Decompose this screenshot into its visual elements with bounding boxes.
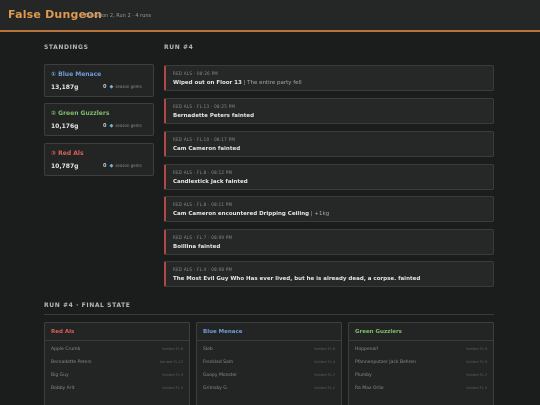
gem-count: 0 xyxy=(103,123,107,129)
standings-heading: STANDINGS xyxy=(44,44,89,51)
member-row: Apple Crumb fainted FL.6 xyxy=(51,347,183,352)
final-team-card-blue: Blue Menace Sleb fainted FL.6 Freckled Sa… xyxy=(196,322,342,405)
team-gems: 0 ◆ season gems xyxy=(103,84,142,90)
event-meta: RED ALS · FL.7 · 08:09 PM xyxy=(173,235,233,240)
top-bar: False Dungeon Evolution 2, Run 2 · 4 run… xyxy=(0,0,540,32)
event-meta: RED ALS · FL.8 · 08:12 PM xyxy=(173,170,233,175)
event-text: Cam Cameron encountered Dripping Ceiling… xyxy=(173,211,330,217)
team-name: ③ Red Als xyxy=(51,150,84,157)
divider xyxy=(197,340,341,341)
final-state-heading: RUN #4 · FINAL STATE xyxy=(44,302,131,309)
divider xyxy=(44,314,494,315)
event-item: RED ALS · FL.7 · 08:09 PM Boillina faint… xyxy=(164,229,494,255)
event-meta: RED ALS · 08:26 PM xyxy=(173,71,219,76)
event-meta: RED ALS · FL.4 · 08:08 PM xyxy=(173,267,233,272)
gems-label: season gems xyxy=(115,84,142,89)
member-row: Hoppenarl fainted FL.9 xyxy=(355,347,487,352)
final-team-name: Green Guzzlers xyxy=(355,329,402,335)
event-item: RED ALS · FL.10 · 08:17 PM Cam Cameron f… xyxy=(164,131,494,157)
gem-icon: ◆ xyxy=(109,163,114,169)
standings-card-red[interactable]: ③ Red Als 10,787g 0 ◆ season gems xyxy=(44,143,154,176)
event-meta: RED ALS · FL.10 · 08:17 PM xyxy=(173,137,236,142)
event-text: Boillina fainted xyxy=(173,244,221,250)
team-gold: 10,787g xyxy=(51,163,79,170)
event-text: Candlestick Jack fainted xyxy=(173,179,248,185)
gem-count: 0 xyxy=(103,84,107,90)
event-item: RED ALS · FL.4 · 08:08 PM The Most Evil … xyxy=(164,261,494,287)
team-name: ② Green Guzzlers xyxy=(51,110,110,117)
member-row: Freckled Sam fainted FL.4 xyxy=(203,360,335,365)
event-item: RED ALS · FL.8 · 08:11 PM Cam Cameron en… xyxy=(164,196,494,222)
team-name: ① Blue Menace xyxy=(51,71,102,78)
final-team-name: Red Als xyxy=(51,329,75,335)
divider xyxy=(45,340,189,341)
gem-count: 0 xyxy=(103,163,107,169)
final-team-card-red: Red Als Apple Crumb fainted FL.6 Bernadet… xyxy=(44,322,190,405)
divider xyxy=(349,340,493,341)
event-text: The Most Evil Guy Who Has ever lived, bu… xyxy=(173,276,421,282)
app-subtitle: Evolution 2, Run 2 · 4 runs xyxy=(85,13,152,19)
standings-card-green[interactable]: ② Green Guzzlers 10,176g 0 ◆ season gems xyxy=(44,103,154,136)
gem-icon: ◆ xyxy=(109,84,114,90)
gems-label: season gems xyxy=(115,123,142,128)
member-row: Bernadette Peters fainted FL.13 xyxy=(51,360,183,365)
final-team-card-green: Green Guzzlers Hoppenarl fainted FL.9 Pfa… xyxy=(348,322,494,405)
event-meta: RED ALS · FL.8 · 08:11 PM xyxy=(173,202,233,207)
event-text: Bernadette Peters fainted xyxy=(173,113,255,119)
team-gold: 10,176g xyxy=(51,123,79,130)
gem-icon: ◆ xyxy=(109,123,114,129)
event-item: RED ALS · FL.13 · 08:25 PM Bernadette Pe… xyxy=(164,98,494,124)
event-item: RED ALS · FL.8 · 08:12 PM Candlestick Ja… xyxy=(164,164,494,190)
member-row: Ra Max Orlio fainted FL.5 xyxy=(355,386,487,391)
member-row: Plumby fainted FL.7 xyxy=(355,373,487,378)
member-row: Goopy Monster fainted FL.7 xyxy=(203,373,335,378)
event-text: Wiped out on Floor 13 | The entire party… xyxy=(173,80,302,86)
member-row: Pfannenputzer Jack Behren fainted FL.9 xyxy=(355,360,487,365)
event-item: RED ALS · 08:26 PM Wiped out on Floor 13… xyxy=(164,65,494,91)
standings-card-blue[interactable]: ① Blue Menace 13,187g 0 ◆ season gems xyxy=(44,64,154,97)
event-meta: RED ALS · FL.13 · 08:25 PM xyxy=(173,104,236,109)
event-text: Cam Cameron fainted xyxy=(173,146,241,152)
team-gems: 0 ◆ season gems xyxy=(103,163,142,169)
member-row: Big Guy fainted FL.9 xyxy=(51,373,183,378)
team-gems: 0 ◆ season gems xyxy=(103,123,142,129)
gems-label: season gems xyxy=(115,163,142,168)
team-gold: 13,187g xyxy=(51,84,79,91)
run-heading: RUN #4 xyxy=(164,44,194,51)
member-row: Sleb fainted FL.6 xyxy=(203,347,335,352)
member-row: Bobby Arit fainted FL.5 xyxy=(51,386,183,391)
member-row: Grimsby G. fainted FL.2 xyxy=(203,386,335,391)
final-team-name: Blue Menace xyxy=(203,329,243,335)
